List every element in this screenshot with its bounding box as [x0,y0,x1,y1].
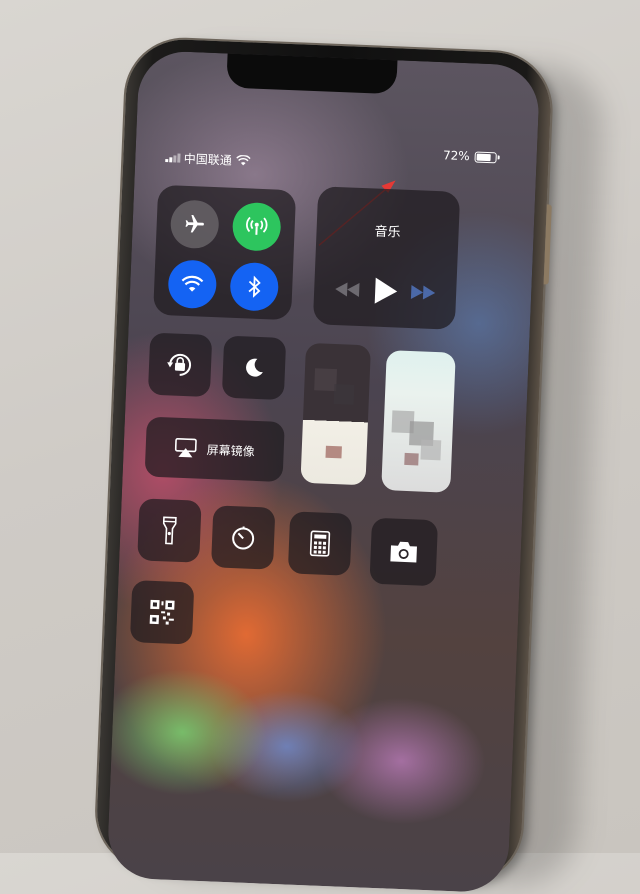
do-not-disturb-button[interactable] [222,336,286,400]
flashlight-icon [162,515,177,546]
screen-mirroring-label: 屏幕镜像 [206,440,255,459]
sun-icon [325,446,341,459]
fast-forward-icon[interactable] [409,285,436,300]
music-module[interactable]: 音乐 [313,186,460,330]
cellular-signal-icon [165,153,180,163]
connectivity-module [153,185,296,320]
phone-device: 中国联通 72% [95,37,553,883]
volume-slider[interactable] [381,350,456,493]
control-center-screen: 中国联通 72% [106,50,540,893]
wifi-status-icon [236,155,250,167]
music-title: 音乐 [316,218,459,243]
qr-scanner-button[interactable] [130,580,194,644]
rewind-icon[interactable] [335,282,362,297]
status-bar-right: 72% [443,148,497,164]
airplane-mode-button[interactable] [170,199,220,249]
wifi-icon [181,275,204,294]
brightness-slider[interactable] [300,343,371,485]
rotation-lock-button[interactable] [148,333,212,397]
camera-button[interactable] [369,518,438,587]
speaker-icon [404,453,418,466]
battery-percent: 72% [443,148,470,163]
status-bar-left: 中国联通 [165,149,250,169]
flashlight-button[interactable] [137,498,201,562]
calculator-button[interactable] [288,511,352,575]
airplane-icon [183,213,206,236]
wifi-toggle-button[interactable] [167,259,217,309]
camera-icon [388,539,419,564]
timer-button[interactable] [211,505,275,569]
qr-code-icon [149,599,176,626]
calculator-icon [310,530,331,557]
airplay-icon [174,438,197,459]
cellular-data-button[interactable] [232,202,282,252]
bluetooth-toggle-button[interactable] [229,262,279,312]
timer-icon [230,524,257,551]
carrier-label: 中国联通 [184,150,233,169]
bluetooth-icon [247,275,262,298]
battery-icon [474,151,496,163]
music-controls [314,274,457,308]
moon-icon [242,355,267,380]
rotation-lock-icon [164,349,195,380]
notch [226,51,397,94]
screen-mirroring-button[interactable]: 屏幕镜像 [145,417,285,482]
play-icon[interactable] [372,276,399,305]
cellular-antenna-icon [244,214,269,239]
